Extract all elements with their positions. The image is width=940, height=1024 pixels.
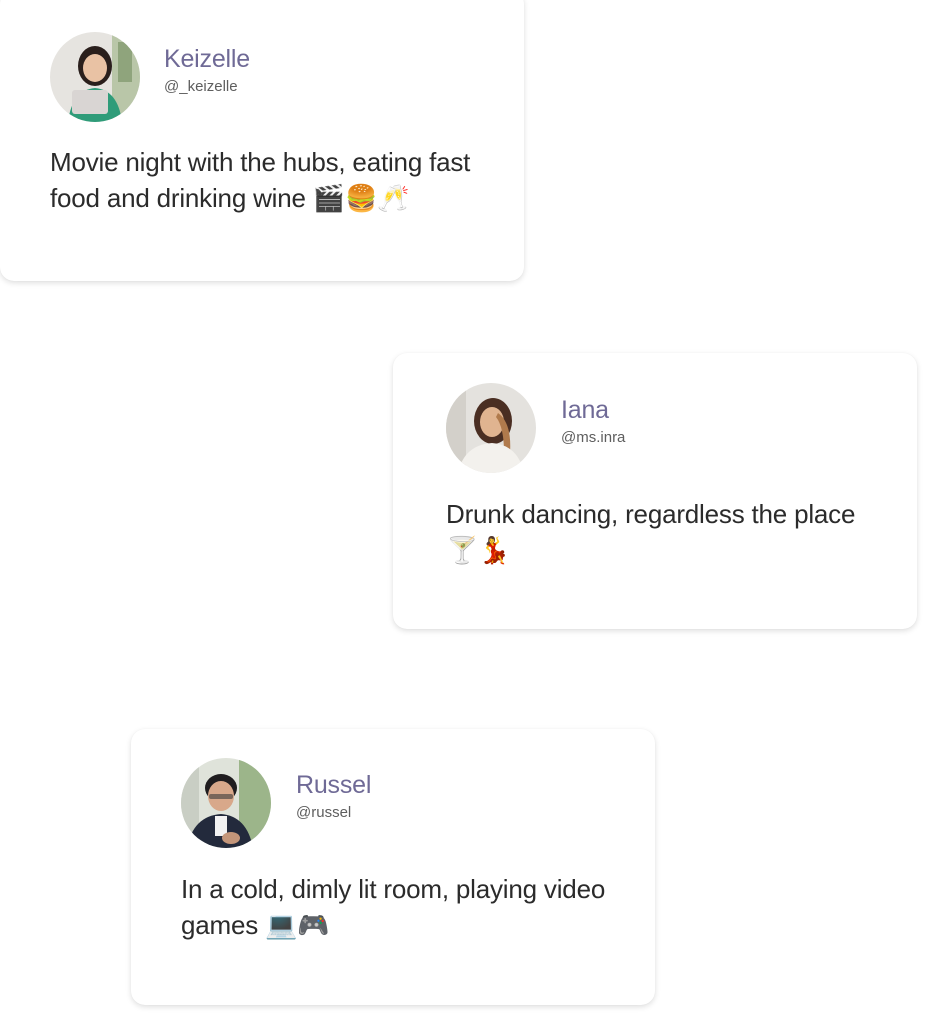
post-text: Movie night with the hubs, eating fast f… xyxy=(50,147,471,213)
post-text: Drunk dancing, regardless the place 🍸💃 xyxy=(446,499,856,565)
user-name[interactable]: Russel xyxy=(296,771,371,800)
avatar[interactable] xyxy=(446,383,536,473)
avatar[interactable] xyxy=(181,758,271,848)
avatar-photo-icon xyxy=(181,758,271,848)
post-card: Russel @russel In a cold, dimly lit room… xyxy=(131,729,655,1005)
avatar-photo-icon xyxy=(50,32,140,122)
post-card: Keizelle @_keizelle Movie night with the… xyxy=(0,0,524,281)
user-handle[interactable]: @ms.inra xyxy=(561,429,625,446)
user-handle[interactable]: @_keizelle xyxy=(164,78,238,95)
avatar-photo-icon xyxy=(446,383,536,473)
post-text: In a cold, dimly lit room, playing video… xyxy=(181,874,606,940)
avatar[interactable] xyxy=(50,32,140,122)
post-card: Iana @ms.inra Drunk dancing, regardless … xyxy=(393,353,917,629)
user-name[interactable]: Keizelle xyxy=(164,45,250,74)
user-handle[interactable]: @russel xyxy=(296,804,351,821)
user-name[interactable]: Iana xyxy=(561,396,609,425)
